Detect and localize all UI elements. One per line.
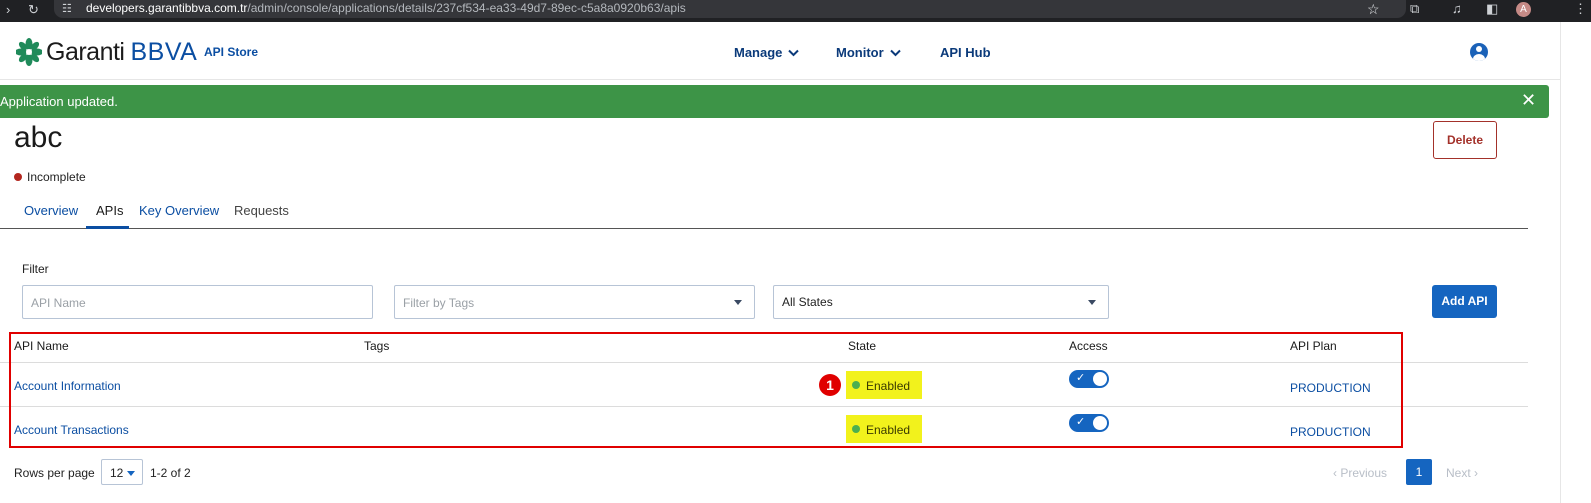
page-scrollbar[interactable] bbox=[1560, 22, 1591, 503]
previous-page-button[interactable]: ‹ Previous bbox=[1333, 466, 1387, 480]
nav-manage-label: Manage bbox=[734, 45, 783, 60]
success-toast: Application updated. ✕ bbox=[0, 85, 1549, 118]
brand-name: Garanti bbox=[46, 37, 125, 66]
site-settings-icon[interactable]: ☷ bbox=[62, 2, 72, 15]
user-account-icon[interactable] bbox=[1470, 43, 1488, 61]
delete-button[interactable]: Delete bbox=[1433, 121, 1497, 159]
extensions-icon[interactable]: ⧉ bbox=[1410, 1, 1419, 17]
active-tab-indicator bbox=[86, 226, 129, 229]
caret-down-icon bbox=[1088, 300, 1096, 305]
address-bar[interactable]: ☷ developers.garantibbva.com.tr/admin/co… bbox=[54, 0, 1406, 18]
add-api-button[interactable]: Add API bbox=[1432, 285, 1497, 318]
browser-menu-icon[interactable]: ⋮ bbox=[1574, 1, 1587, 17]
page-number-button[interactable]: 1 bbox=[1406, 459, 1432, 485]
nav-monitor-label: Monitor bbox=[836, 45, 884, 60]
tab-bar: Overview APIs Key Overview Requests bbox=[0, 196, 1528, 229]
annotation-highlight-box bbox=[9, 332, 1403, 448]
tab-key-overview[interactable]: Key Overview bbox=[139, 203, 219, 218]
next-page-button[interactable]: Next › bbox=[1446, 466, 1478, 480]
previous-label: Previous bbox=[1340, 466, 1388, 480]
side-panel-icon[interactable]: ◧ bbox=[1486, 1, 1498, 17]
tab-requests[interactable]: Requests bbox=[234, 203, 289, 218]
forward-icon[interactable]: › bbox=[6, 2, 10, 17]
chevron-right-icon: › bbox=[1470, 466, 1479, 480]
api-store-label[interactable]: API Store bbox=[204, 45, 258, 59]
annotation-marker: 1 bbox=[819, 374, 841, 396]
bookmark-star-icon[interactable]: ☆ bbox=[1367, 1, 1380, 18]
site-header: Garanti BBVA API Store Manage Monitor AP… bbox=[0, 22, 1560, 80]
filter-label: Filter bbox=[22, 262, 49, 276]
tags-filter-select[interactable]: Filter by Tags bbox=[394, 285, 755, 319]
brand-suffix: BBVA bbox=[130, 37, 198, 66]
tab-overview[interactable]: Overview bbox=[24, 203, 78, 218]
api-name-input[interactable]: API Name bbox=[22, 285, 373, 319]
nav-api-hub-label: API Hub bbox=[940, 45, 991, 60]
nav-api-hub[interactable]: API Hub bbox=[940, 45, 991, 60]
api-name-placeholder: API Name bbox=[31, 296, 86, 310]
reload-icon[interactable]: ↻ bbox=[28, 2, 39, 18]
next-label: Next bbox=[1446, 466, 1471, 480]
status-text: Incomplete bbox=[27, 170, 86, 184]
state-filter-select[interactable]: All States bbox=[773, 285, 1109, 319]
media-icon[interactable]: ♫ bbox=[1452, 1, 1462, 16]
rows-per-page-value: 12 bbox=[110, 466, 124, 480]
chevron-down-icon bbox=[889, 49, 901, 56]
pagination-range: 1-2 of 2 bbox=[150, 466, 191, 480]
caret-down-icon bbox=[734, 300, 742, 305]
toast-message: Application updated. bbox=[0, 94, 118, 109]
clover-logo-icon bbox=[16, 38, 42, 66]
profile-avatar[interactable]: A bbox=[1516, 2, 1531, 17]
state-filter-value: All States bbox=[782, 295, 833, 309]
rows-per-page-label: Rows per page bbox=[14, 466, 95, 480]
caret-down-icon bbox=[127, 471, 135, 476]
page-title: abc bbox=[14, 121, 63, 154]
tab-apis[interactable]: APIs bbox=[96, 203, 123, 218]
tags-filter-placeholder: Filter by Tags bbox=[403, 296, 475, 310]
chevron-down-icon bbox=[788, 49, 800, 56]
nav-monitor[interactable]: Monitor bbox=[836, 45, 901, 60]
browser-toolbar: › ↻ ☷ developers.garantibbva.com.tr/admi… bbox=[0, 0, 1591, 22]
garanti-bbva-logo[interactable]: Garanti BBVA bbox=[16, 36, 197, 68]
url-text: developers.garantibbva.com.tr/admin/cons… bbox=[86, 1, 686, 15]
nav-manage[interactable]: Manage bbox=[734, 45, 800, 60]
status-dot-icon bbox=[14, 173, 22, 181]
close-icon[interactable]: ✕ bbox=[1521, 90, 1536, 111]
rows-per-page-select[interactable]: 12 bbox=[101, 459, 143, 485]
status-indicator: Incomplete bbox=[14, 170, 86, 184]
